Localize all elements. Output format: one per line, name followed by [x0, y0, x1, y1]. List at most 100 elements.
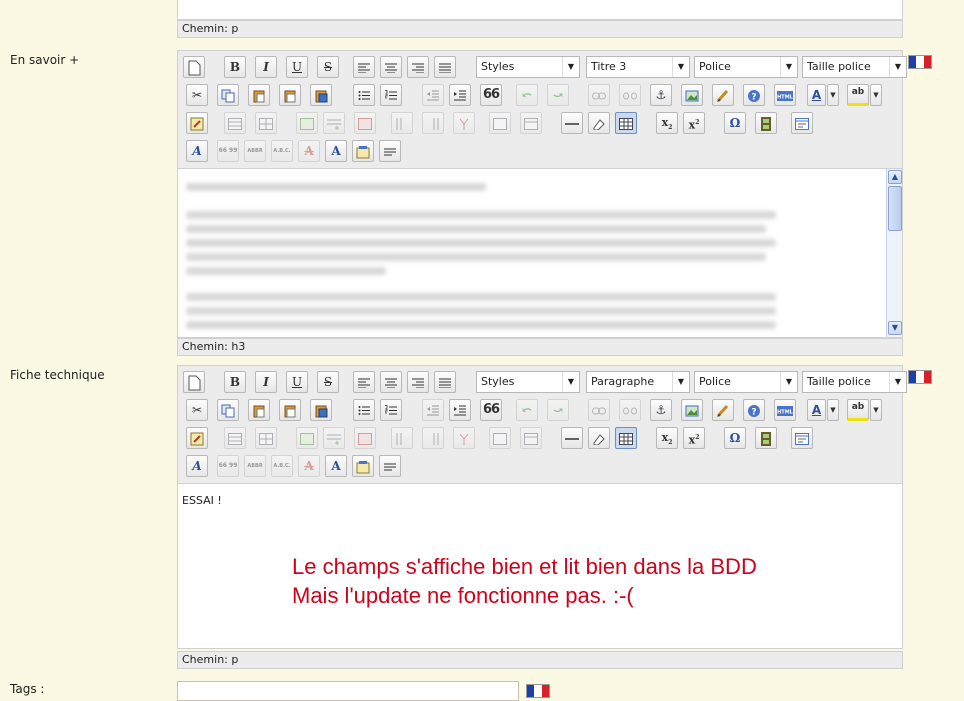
outdent-button[interactable]	[422, 399, 444, 421]
html-source-button[interactable]: HTML	[774, 84, 796, 106]
help-button[interactable]: ?	[743, 399, 765, 421]
scroll-up-button[interactable]: ▲	[888, 170, 902, 184]
numbered-list-button[interactable]	[380, 84, 402, 106]
table-button[interactable]	[615, 427, 637, 449]
delete-row-button[interactable]	[354, 427, 376, 449]
format-select[interactable]: Titre 3 ▼	[586, 56, 690, 78]
underline-button[interactable]: U	[286, 371, 308, 393]
del-button[interactable]: A	[298, 455, 320, 477]
strikethrough-button[interactable]: S	[317, 371, 339, 393]
special-char-button[interactable]: Ω	[724, 112, 746, 134]
attribs-button[interactable]	[352, 140, 374, 162]
split-cells-button[interactable]	[489, 427, 511, 449]
highlight-color-button[interactable]: ab	[847, 84, 869, 106]
new-document-button[interactable]	[183, 56, 205, 78]
font-color-dropdown[interactable]: ▼	[827, 84, 839, 106]
anchor-button[interactable]: ⚓	[650, 84, 672, 106]
abbr-button[interactable]: ABBR	[244, 455, 266, 477]
ins-button[interactable]: A	[325, 140, 347, 162]
cut-button[interactable]: ✂	[186, 399, 208, 421]
styleprops-button[interactable]: A	[186, 455, 208, 477]
acronym-button[interactable]: A.B.C.	[271, 140, 293, 162]
template-button[interactable]	[791, 112, 813, 134]
align-justify-button[interactable]	[434, 56, 456, 78]
font-size-select[interactable]: Taille police ▼	[802, 56, 907, 78]
outdent-button[interactable]	[422, 84, 444, 106]
horizontal-rule-button[interactable]	[561, 427, 583, 449]
font-select[interactable]: Police ▼	[694, 371, 798, 393]
insert-col-before-button[interactable]	[391, 112, 413, 134]
unlink-button[interactable]	[619, 399, 641, 421]
split-cells-button[interactable]	[489, 112, 511, 134]
blockquote-button[interactable]: 66	[480, 399, 502, 421]
strikethrough-button[interactable]: S	[317, 56, 339, 78]
insert-col-after-button[interactable]	[422, 427, 444, 449]
redo-button[interactable]: ⤻	[547, 399, 569, 421]
remove-format-button[interactable]	[588, 427, 610, 449]
top-editor-content[interactable]	[177, 0, 903, 20]
remove-format-button[interactable]	[588, 112, 610, 134]
table-cell-props-button[interactable]	[255, 427, 277, 449]
styleprops-button[interactable]: A	[186, 140, 208, 162]
scroll-thumb[interactable]	[888, 186, 902, 231]
ins-button[interactable]: A	[325, 455, 347, 477]
cite-button[interactable]: 66 99	[217, 455, 239, 477]
paste-button[interactable]	[248, 399, 270, 421]
vertical-scrollbar[interactable]: ▲ ▼	[886, 169, 902, 337]
undo-button[interactable]: ⤺	[516, 399, 538, 421]
subscript-button[interactable]: x2	[656, 427, 678, 449]
table-row-props-button[interactable]	[224, 427, 246, 449]
tags-input[interactable]	[177, 681, 519, 701]
cleanup-button[interactable]	[712, 84, 734, 106]
paste-text-button[interactable]	[279, 84, 301, 106]
en-savoir-content[interactable]: ▲ ▼	[177, 168, 903, 338]
font-color-button[interactable]: A	[807, 84, 826, 106]
delete-col-button[interactable]	[453, 427, 475, 449]
delete-col-button[interactable]	[453, 112, 475, 134]
bold-button[interactable]: B	[224, 56, 246, 78]
image-button[interactable]	[681, 399, 703, 421]
bold-button[interactable]: B	[224, 371, 246, 393]
bullet-list-button[interactable]	[353, 399, 375, 421]
format-select[interactable]: Paragraphe ▼	[586, 371, 690, 393]
html-source-button[interactable]: HTML	[774, 399, 796, 421]
table-cell-props-button[interactable]	[255, 112, 277, 134]
abbr-button[interactable]: ABBR	[244, 140, 266, 162]
new-document-button[interactable]	[183, 371, 205, 393]
insert-row-before-button[interactable]	[296, 427, 318, 449]
italic-button[interactable]: I	[255, 371, 277, 393]
font-color-dropdown[interactable]: ▼	[827, 399, 839, 421]
media-button[interactable]	[755, 427, 777, 449]
highlight-color-dropdown[interactable]: ▼	[870, 84, 882, 106]
table-button[interactable]	[615, 112, 637, 134]
media-button[interactable]	[755, 112, 777, 134]
align-center-button[interactable]	[380, 371, 402, 393]
redo-button[interactable]: ⤻	[547, 84, 569, 106]
image-button[interactable]	[681, 84, 703, 106]
insert-col-after-button[interactable]	[422, 112, 444, 134]
font-size-select[interactable]: Taille police ▼	[802, 371, 907, 393]
cite-button[interactable]: 66 99	[217, 140, 239, 162]
undo-button[interactable]: ⤺	[516, 84, 538, 106]
french-flag-icon[interactable]	[908, 370, 932, 384]
italic-button[interactable]: I	[255, 56, 277, 78]
bullet-list-button[interactable]	[353, 84, 375, 106]
underline-button[interactable]: U	[286, 56, 308, 78]
insert-row-before-button[interactable]	[296, 112, 318, 134]
attribs-button[interactable]	[352, 455, 374, 477]
link-button[interactable]	[588, 84, 610, 106]
table-row-props-button[interactable]	[224, 112, 246, 134]
acronym-button[interactable]: A.B.C.	[271, 455, 293, 477]
french-flag-icon[interactable]	[908, 55, 932, 69]
align-left-button[interactable]	[353, 56, 375, 78]
copy-button[interactable]	[217, 84, 239, 106]
blockquote-button[interactable]: 66	[480, 84, 502, 106]
align-justify-button[interactable]	[434, 371, 456, 393]
font-color-button[interactable]: A	[807, 399, 826, 421]
indent-button[interactable]	[449, 84, 471, 106]
help-button[interactable]: ?	[743, 84, 765, 106]
styles-select[interactable]: Styles ▼	[476, 56, 580, 78]
unlink-button[interactable]	[619, 84, 641, 106]
copy-button[interactable]	[217, 399, 239, 421]
align-center-button[interactable]	[380, 56, 402, 78]
